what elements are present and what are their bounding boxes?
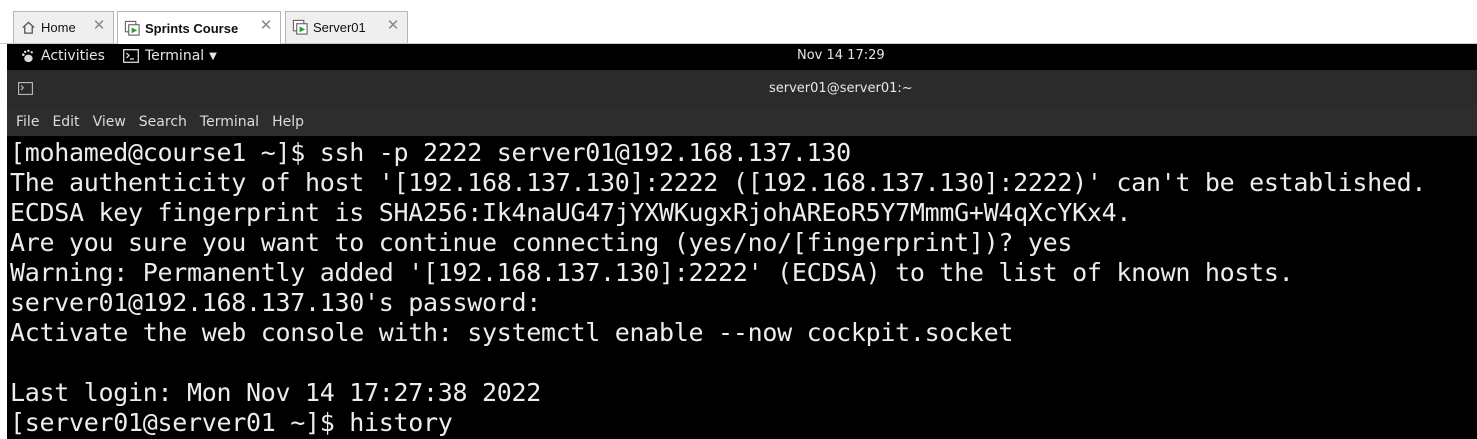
- tab-label: Home: [41, 20, 76, 35]
- gnome-foot-icon: [19, 48, 35, 64]
- tab-label: Server01: [313, 20, 366, 35]
- menu-view[interactable]: View: [93, 114, 126, 130]
- terminal-line: Last login: Mon Nov 14 17:27:38 2022: [10, 378, 542, 407]
- tab-sprints-course[interactable]: Sprints Course ✕: [117, 11, 281, 44]
- activities-label: Activities: [41, 48, 105, 64]
- terminal-line: ECDSA key fingerprint is SHA256:Ik4naUG4…: [10, 198, 1132, 227]
- chevron-down-icon: ▼: [209, 50, 217, 62]
- close-icon[interactable]: ✕: [91, 18, 107, 34]
- terminal-line: The authenticity of host '[192.168.137.1…: [10, 168, 1427, 197]
- tab-server01[interactable]: Server01 ✕: [285, 11, 408, 43]
- home-icon: [19, 19, 37, 37]
- activities-button[interactable]: Activities: [19, 48, 105, 64]
- terminal-line: server01@192.168.137.130's password:: [10, 288, 542, 317]
- terminal-line: [mohamed@course1 ~]$ ssh -p 2222 server0…: [10, 138, 851, 167]
- menu-search[interactable]: Search: [139, 114, 187, 130]
- clock[interactable]: Nov 14 17:29: [797, 48, 885, 63]
- terminal-output[interactable]: [mohamed@course1 ~]$ ssh -p 2222 server0…: [7, 136, 1477, 439]
- app-menu-button[interactable]: Terminal ▼: [123, 48, 217, 64]
- vm-running-icon: [291, 19, 309, 37]
- vm-running-icon: [123, 19, 141, 37]
- terminal-line: Are you sure you want to continue connec…: [10, 228, 1073, 257]
- terminal-title-bar[interactable]: server01@server01:~: [7, 70, 1477, 108]
- host-tab-strip: Home ✕ Sprints Course ✕ Server01 ✕: [0, 0, 1477, 44]
- terminal-app-icon: [123, 49, 139, 63]
- close-icon[interactable]: ✕: [385, 18, 401, 34]
- window-title: server01@server01:~: [769, 81, 913, 96]
- terminal-line: Warning: Permanently added '[192.168.137…: [10, 258, 1294, 287]
- gnome-top-bar: Activities Terminal ▼ Nov 14 17:29: [7, 44, 1477, 70]
- menu-file[interactable]: File: [16, 114, 39, 130]
- terminal-line: [server01@server01 ~]$ history: [10, 408, 453, 437]
- terminal-window-icon: [18, 82, 33, 95]
- menu-help[interactable]: Help: [272, 114, 304, 130]
- close-icon[interactable]: ✕: [258, 18, 274, 34]
- tab-label: Sprints Course: [145, 20, 239, 36]
- terminal-line: Activate the web console with: systemctl…: [10, 318, 1014, 347]
- tab-home[interactable]: Home ✕: [13, 11, 114, 43]
- terminal-menubar: File Edit View Search Terminal Help: [7, 108, 1477, 136]
- menu-terminal[interactable]: Terminal: [200, 114, 259, 130]
- menu-edit[interactable]: Edit: [52, 114, 79, 130]
- app-menu-label: Terminal: [145, 48, 205, 64]
